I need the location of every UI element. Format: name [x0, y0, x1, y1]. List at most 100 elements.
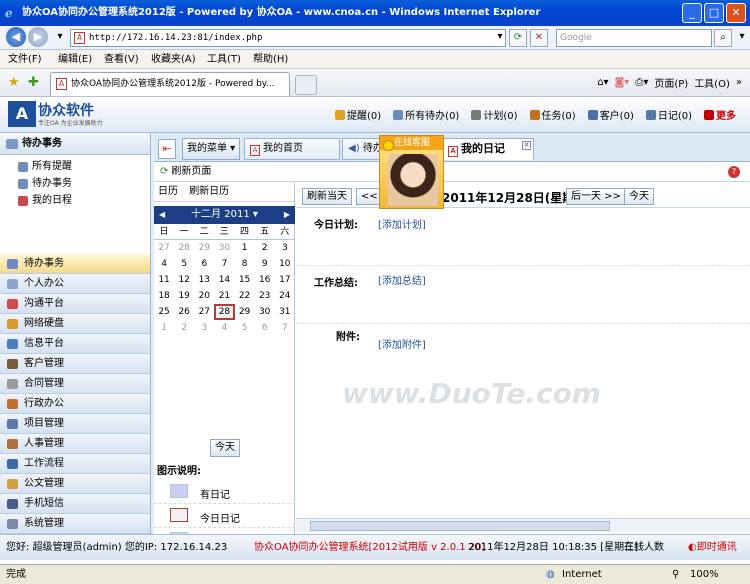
month-dropdown-icon[interactable]: ▾	[253, 209, 258, 220]
calendar-menu-refresh[interactable]: 刷新日历	[189, 186, 229, 197]
tab-menu-icon[interactable]: ⇤	[158, 139, 176, 159]
zoom-level[interactable]: 100%	[690, 565, 719, 584]
calendar-day[interactable]: 18	[154, 288, 174, 304]
calendar-day[interactable]: 11	[154, 272, 174, 288]
calendar-today-button[interactable]: 今天	[210, 439, 240, 457]
minimize-button[interactable]: _	[682, 3, 702, 23]
month-label[interactable]: 十二月 2011	[191, 209, 250, 220]
sidebar-module[interactable]: 待办事务	[0, 254, 150, 274]
tools-menu[interactable]: 工具(O)	[694, 75, 730, 90]
refresh-page-link[interactable]: 刷新页面	[171, 166, 211, 177]
calendar-day[interactable]: 1	[235, 240, 255, 256]
online-service-popup[interactable]: 在线客服	[379, 135, 444, 209]
page-menu[interactable]: 页面(P)	[654, 75, 688, 90]
calendar-day[interactable]: 5	[235, 320, 255, 336]
calendar-day[interactable]: 20	[194, 288, 214, 304]
topnav-item[interactable]: 客户(0)	[587, 107, 640, 122]
sidebar-module[interactable]: 公文管理	[0, 474, 150, 494]
url-input[interactable]: A http://172.16.14.23:81/index.php	[70, 29, 506, 47]
calendar-day[interactable]: 6	[194, 256, 214, 272]
feeds-icon[interactable]: ◙▾	[615, 77, 630, 88]
zoom-icon[interactable]: ⚲	[672, 565, 679, 584]
print-icon[interactable]: ⎙▾	[635, 77, 648, 88]
calendar-day[interactable]: 7	[275, 320, 295, 336]
calendar-day[interactable]: 14	[214, 272, 234, 288]
calendar-day[interactable]: 13	[194, 272, 214, 288]
sidebar-module[interactable]: 人事管理	[0, 434, 150, 454]
calendar-day[interactable]: 28	[214, 304, 235, 320]
my-menu-button[interactable]: 我的菜单 ▾	[182, 138, 241, 160]
sidebar-module[interactable]: 客户管理	[0, 354, 150, 374]
topnav-item[interactable]: 更多	[704, 107, 742, 122]
calendar-day[interactable]: 30	[214, 240, 234, 256]
add-attachment-link[interactable]: [添加附件]	[378, 336, 426, 351]
tab-home[interactable]: A 我的首页	[244, 138, 340, 160]
im-link[interactable]: ◐ 即时通讯	[688, 535, 737, 561]
calendar-day[interactable]: 27	[154, 240, 174, 256]
new-tab-button[interactable]	[295, 75, 317, 95]
more-toolbar-icon[interactable]: »	[736, 77, 742, 88]
topnav-item[interactable]: 日记(0)	[645, 107, 698, 122]
menu-favorites[interactable]: 收藏夹(A)	[151, 50, 196, 69]
menu-view[interactable]: 查看(V)	[104, 50, 139, 69]
calendar-day[interactable]: 9	[255, 256, 275, 272]
calendar-day[interactable]: 3	[194, 320, 214, 336]
next-month-icon[interactable]: ▶	[284, 206, 290, 224]
calendar-menu-calendar[interactable]: 日历	[158, 186, 178, 197]
sidebar-subitem-todo[interactable]: 待办事务	[18, 176, 72, 192]
history-dropdown-icon[interactable]: ▾	[51, 29, 69, 47]
back-button[interactable]: ◀	[6, 27, 26, 47]
sidebar-module[interactable]: 合同管理	[0, 374, 150, 394]
calendar-day[interactable]: 17	[275, 272, 295, 288]
calendar-day[interactable]: 2	[255, 240, 275, 256]
search-options-icon[interactable]: ▾	[733, 29, 750, 47]
calendar-day[interactable]: 16	[255, 272, 275, 288]
calendar-day[interactable]: 6	[255, 320, 275, 336]
sidebar-module[interactable]: 沟通平台	[0, 294, 150, 314]
calendar-day[interactable]: 15	[235, 272, 255, 288]
forward-button[interactable]: ▶	[28, 27, 48, 47]
maximize-button[interactable]: □	[704, 3, 724, 23]
calendar-day[interactable]: 31	[275, 304, 295, 320]
add-plan-link[interactable]: [添加计划]	[378, 216, 426, 231]
add-favorite-icon[interactable]: ✚	[28, 75, 39, 90]
horizontal-scrollbar[interactable]	[296, 518, 750, 532]
calendar-day[interactable]: 26	[174, 304, 194, 320]
calendar-day[interactable]: 21	[214, 288, 234, 304]
calendar-day[interactable]: 10	[275, 256, 295, 272]
calendar-day[interactable]: 2	[174, 320, 194, 336]
calendar-day[interactable]: 25	[154, 304, 174, 320]
tab-my-diary[interactable]: A 我的日记 ✕	[442, 138, 534, 160]
refresh-day-button[interactable]: 刷新当天	[302, 188, 352, 205]
sidebar-module[interactable]: 手机短信	[0, 494, 150, 514]
sidebar-module[interactable]: 信息平台	[0, 334, 150, 354]
calendar-day[interactable]: 4	[214, 320, 234, 336]
help-icon[interactable]: ?	[728, 166, 740, 178]
search-input[interactable]: Google	[556, 29, 712, 47]
menu-help[interactable]: 帮助(H)	[253, 50, 288, 69]
menu-edit[interactable]: 编辑(E)	[58, 50, 92, 69]
scrollbar-thumb[interactable]	[310, 521, 610, 531]
menu-file[interactable]: 文件(F)	[8, 50, 42, 69]
refresh-icon[interactable]: ⟳	[509, 29, 527, 47]
calendar-day[interactable]: 4	[154, 256, 174, 272]
calendar-day[interactable]: 30	[255, 304, 275, 320]
menu-tools[interactable]: 工具(T)	[207, 50, 241, 69]
sidebar-module[interactable]: 项目管理	[0, 414, 150, 434]
sidebar-module[interactable]: 网络硬盘	[0, 314, 150, 334]
calendar-day[interactable]: 7	[214, 256, 234, 272]
add-summary-link[interactable]: [添加总结]	[378, 272, 426, 287]
calendar-day[interactable]: 12	[174, 272, 194, 288]
topnav-item[interactable]: 任务(0)	[529, 107, 582, 122]
browser-tab[interactable]: A 协众OA协同办公管理系统2012版 - Powered by...	[50, 72, 290, 96]
topnav-item[interactable]: 所有待办(0)	[393, 107, 465, 122]
topnav-item[interactable]: 提醒(0)	[335, 107, 387, 122]
calendar-day[interactable]: 29	[194, 240, 214, 256]
calendar-day[interactable]: 5	[174, 256, 194, 272]
sidebar-module[interactable]: 行政办公	[0, 394, 150, 414]
online-users-link[interactable]: 在线人数	[624, 535, 664, 561]
home-icon[interactable]: ⌂▾	[597, 77, 608, 88]
sidebar-subitem-schedule[interactable]: 我的日程	[18, 193, 72, 209]
close-button[interactable]: ✕	[726, 3, 746, 23]
stop-icon[interactable]: ✕	[530, 29, 548, 47]
